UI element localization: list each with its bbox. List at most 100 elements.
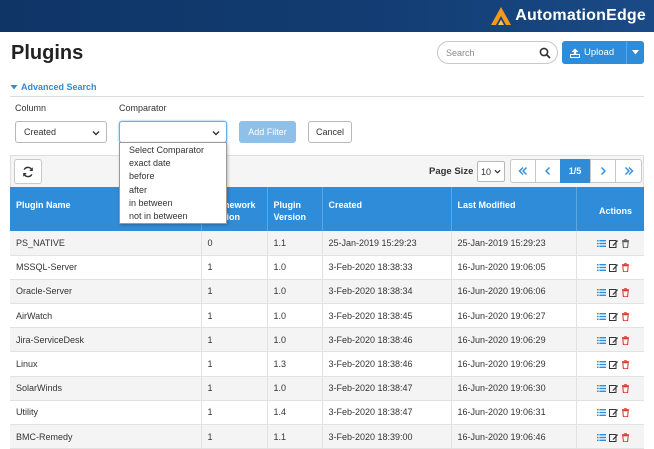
details-list-icon[interactable] — [597, 433, 606, 442]
column-header-last-modified[interactable]: Last Modified — [451, 187, 577, 231]
upload-icon — [570, 48, 580, 58]
created-cell: 3-Feb-2020 18:38:46 — [322, 351, 452, 377]
edit-icon[interactable] — [609, 288, 618, 297]
edit-icon[interactable] — [609, 312, 618, 321]
plugin-version-cell: 1.0 — [267, 255, 323, 280]
edit-icon[interactable] — [609, 263, 618, 273]
table-row[interactable]: Oracle-Server 1 1.0 3-Feb-2020 18:38:34 16-J… — [10, 279, 644, 305]
comparator-option-after[interactable]: after — [120, 184, 226, 197]
page-size-select[interactable]: 10 — [477, 161, 505, 182]
plugin-name-cell: BMC-Remedy — [10, 424, 202, 449]
plugin-name-cell: Linux — [10, 351, 202, 377]
delete-icon[interactable] — [621, 239, 630, 248]
advanced-search-toggle[interactable]: Advanced Search — [10, 82, 97, 92]
delete-icon[interactable] — [621, 311, 630, 321]
comparator-option-exact-date[interactable]: exact date — [120, 157, 226, 170]
created-cell: 3-Feb-2020 18:38:33 — [322, 255, 452, 280]
delete-icon[interactable] — [621, 336, 630, 345]
upload-button[interactable]: Upload — [562, 41, 626, 64]
edit-icon[interactable] — [609, 408, 618, 418]
plugin-version-cell: 1.3 — [267, 351, 323, 377]
caret-down-icon — [632, 50, 639, 55]
upload-button-group: Upload — [562, 41, 644, 64]
details-list-icon[interactable] — [597, 312, 606, 321]
delete-icon[interactable] — [621, 384, 630, 394]
plugin-version-cell: 1.0 — [267, 327, 323, 353]
details-list-icon[interactable] — [597, 384, 606, 393]
edit-icon[interactable] — [609, 360, 618, 370]
delete-icon[interactable] — [621, 287, 630, 297]
created-cell: 3-Feb-2020 18:38:45 — [322, 303, 452, 329]
framework-version-cell: 1 — [201, 400, 268, 426]
next-page-button[interactable] — [590, 159, 616, 183]
edit-icon[interactable] — [609, 336, 618, 345]
column-select[interactable]: Created — [15, 121, 107, 143]
created-cell: 3-Feb-2020 18:38:34 — [322, 279, 452, 305]
edit-icon[interactable] — [609, 384, 618, 394]
details-list-icon[interactable] — [597, 336, 606, 345]
plugins-table: Plugin Name Framework Version Plugin Ver… — [10, 187, 644, 449]
table-row[interactable]: MSSQL-Server 1 1.0 3-Feb-2020 18:38:33 16-Ju… — [10, 255, 644, 280]
last-modified-cell: 16-Jun-2020 19:06:27 — [451, 303, 577, 329]
delete-icon[interactable] — [621, 408, 630, 418]
comparator-option-before[interactable]: before — [120, 170, 226, 183]
search-icon[interactable] — [539, 47, 551, 59]
created-cell: 25-Jan-2019 15:29:23 — [322, 231, 452, 256]
table-row[interactable]: SolarWinds 1 1.0 3-Feb-2020 18:38:47 16-Jun-… — [10, 376, 644, 401]
column-header-created[interactable]: Created — [322, 187, 452, 231]
comparator-option-not-in-between[interactable]: not in between — [120, 210, 226, 223]
last-page-button[interactable] — [615, 159, 642, 183]
last-modified-cell: 16-Jun-2020 19:06:29 — [451, 327, 577, 353]
first-page-button[interactable] — [510, 159, 536, 183]
table-row[interactable]: Linux 1 1.3 3-Feb-2020 18:38:46 16-Jun-2020 … — [10, 351, 644, 377]
edit-icon[interactable] — [609, 239, 618, 248]
add-filter-button[interactable]: Add Filter — [239, 121, 296, 143]
search-box[interactable] — [437, 41, 558, 64]
plugin-version-cell: 1.0 — [267, 279, 323, 305]
plugin-name-cell: Utility — [10, 400, 202, 426]
created-cell: 3-Feb-2020 18:39:00 — [322, 424, 452, 449]
plugin-version-cell: 1.0 — [267, 303, 323, 329]
framework-version-cell: 1 — [201, 424, 268, 449]
current-page-indicator: 1/5 — [560, 159, 590, 183]
plugin-name-cell: Jira-ServiceDesk — [10, 327, 202, 353]
framework-version-cell: 1 — [201, 327, 268, 353]
refresh-button[interactable] — [14, 159, 42, 184]
advanced-search-panel: Column Created Comparator Add Filter Can… — [10, 96, 644, 148]
column-label: Column — [15, 103, 47, 113]
details-list-icon[interactable] — [597, 288, 606, 297]
delete-icon[interactable] — [621, 263, 630, 273]
last-modified-cell: 16-Jun-2020 19:06:31 — [451, 400, 577, 426]
comparator-option-placeholder[interactable]: Select Comparator — [120, 144, 226, 157]
table-row[interactable]: PS_NATIVE 0 1.1 25-Jan-2019 15:29:23 25-Jan-… — [10, 231, 644, 256]
previous-page-button[interactable] — [535, 159, 561, 183]
actions-cell — [576, 303, 644, 329]
column-select-value: Created — [24, 127, 57, 137]
delete-icon[interactable] — [621, 432, 630, 442]
framework-version-cell: 0 — [201, 231, 268, 256]
comparator-select[interactable] — [119, 121, 227, 143]
search-input[interactable] — [446, 47, 536, 58]
plugin-version-cell: 1.4 — [267, 400, 323, 426]
edit-icon[interactable] — [609, 433, 618, 442]
plugin-name-cell: Oracle-Server — [10, 279, 202, 305]
table-row[interactable]: AirWatch 1 1.0 3-Feb-2020 18:38:45 16-Jun-20… — [10, 303, 644, 329]
brand-logo[interactable]: AutomationEdge — [489, 4, 646, 28]
details-list-icon[interactable] — [597, 408, 606, 417]
details-list-icon[interactable] — [597, 263, 606, 272]
column-header-actions: Actions — [576, 187, 644, 231]
details-list-icon[interactable] — [597, 360, 606, 369]
plugin-name-cell: AirWatch — [10, 303, 202, 329]
actions-cell — [576, 351, 644, 377]
cancel-button[interactable]: Cancel — [308, 121, 352, 143]
details-list-icon[interactable] — [597, 239, 606, 248]
upload-dropdown-toggle[interactable] — [626, 41, 644, 64]
table-row[interactable]: BMC-Remedy 1 1.1 3-Feb-2020 18:39:00 16-Jun-… — [10, 424, 644, 449]
delete-icon[interactable] — [621, 360, 630, 370]
table-row[interactable]: Utility 1 1.4 3-Feb-2020 18:38:47 16-Jun-202… — [10, 400, 644, 426]
comparator-option-in-between[interactable]: in between — [120, 197, 226, 210]
table-row[interactable]: Jira-ServiceDesk 1 1.0 3-Feb-2020 18:38:46 1… — [10, 327, 644, 353]
comparator-label: Comparator — [119, 103, 167, 113]
page-size-value: 10 — [481, 166, 492, 177]
column-header-plugin-version[interactable]: Plugin Version — [267, 187, 323, 231]
